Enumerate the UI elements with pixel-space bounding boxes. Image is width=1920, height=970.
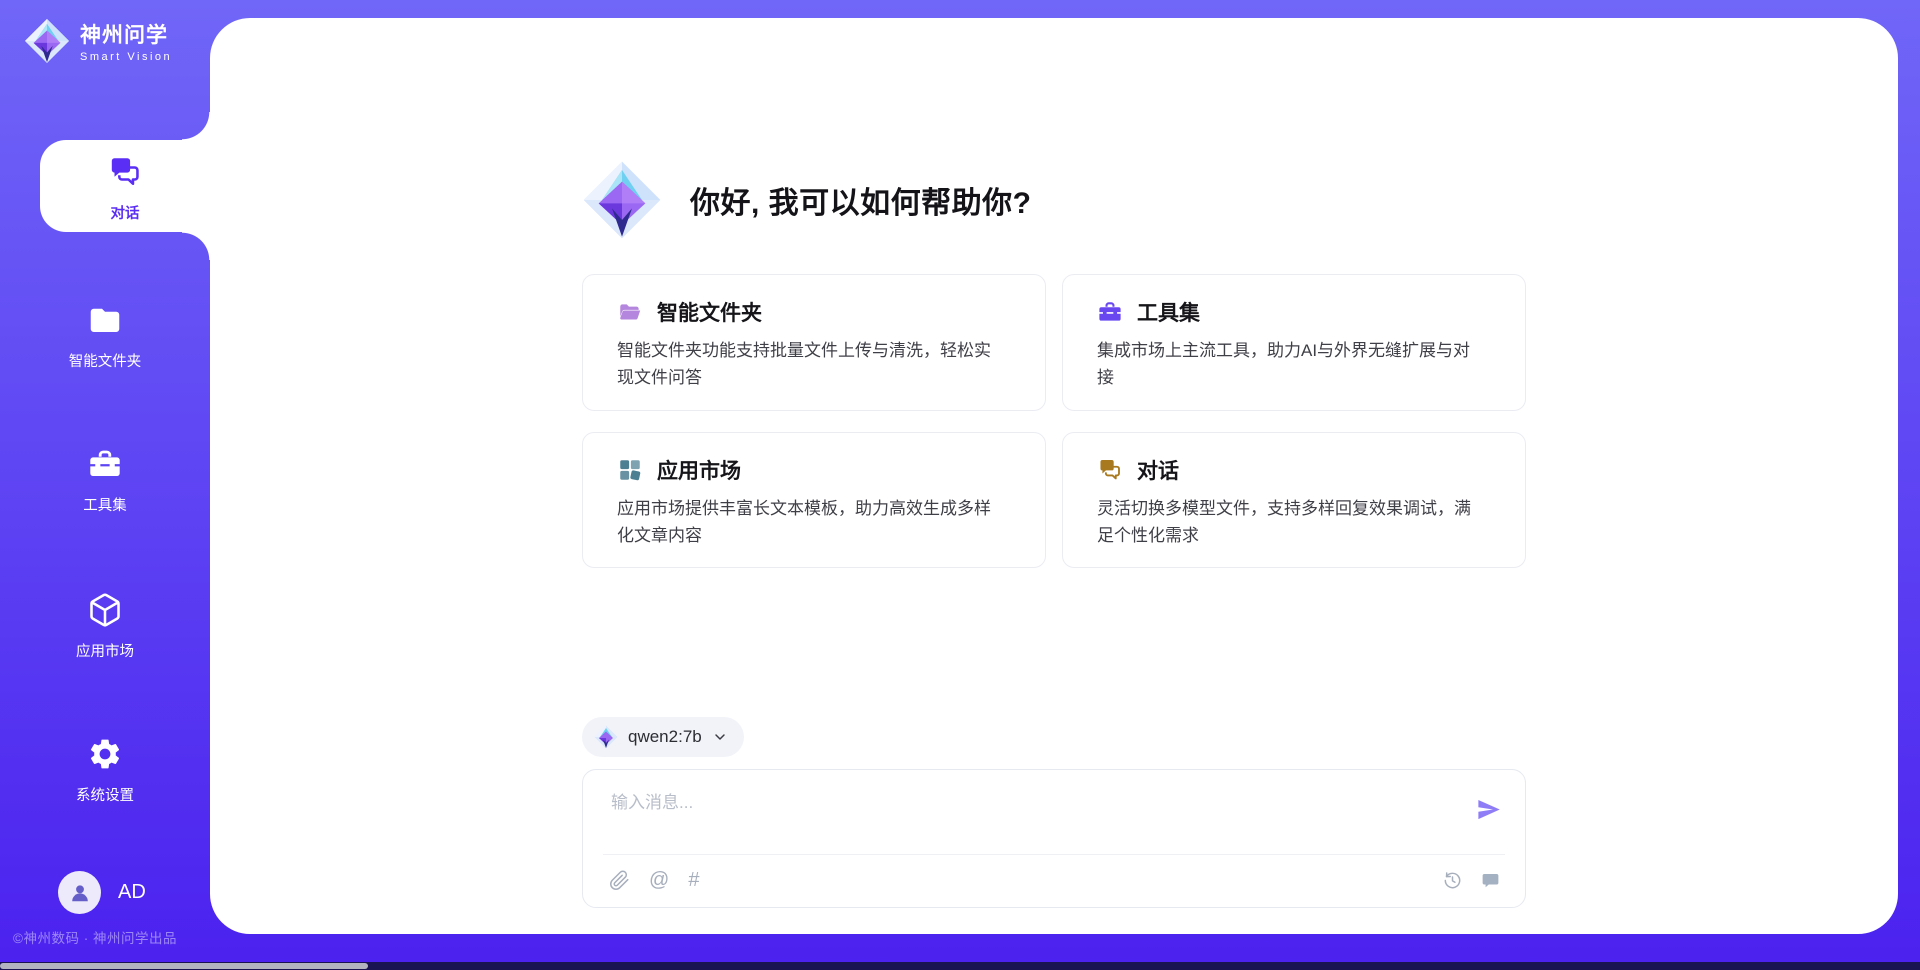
at-icon: @ (649, 870, 669, 890)
user-name-label: AD (118, 881, 146, 904)
folder-icon (87, 302, 123, 338)
greeting-logo-icon (582, 160, 662, 240)
card-title: 工具集 (1137, 297, 1200, 327)
message-input[interactable] (611, 788, 1431, 846)
hash-icon: # (688, 870, 699, 890)
brand-name: 神州问学 (80, 19, 172, 49)
brand-logo-icon (24, 18, 70, 64)
send-icon (1475, 796, 1502, 823)
feature-card-smart-folder[interactable]: 智能文件夹 智能文件夹功能支持批量文件上传与清洗，轻松实现文件问答 (582, 274, 1046, 411)
card-description: 集成市场上主流工具，助力AI与外界无缝扩展与对接 (1097, 338, 1481, 392)
chat-bubble-icon (1480, 870, 1501, 891)
brand-subtitle: Smart Vision (80, 51, 172, 63)
card-title: 对话 (1137, 455, 1179, 485)
toolbox-icon (1097, 299, 1123, 325)
gear-icon (87, 736, 123, 772)
chevron-down-icon (712, 729, 728, 745)
sidebar: 神州问学 Smart Vision 对话 智能文件夹 工具集 (0, 0, 210, 970)
mention-button[interactable]: @ (649, 870, 669, 890)
model-selector[interactable]: qwen2:7b (582, 717, 744, 757)
sidebar-item-label: 对话 (111, 202, 140, 223)
folder-open-icon (617, 299, 643, 325)
send-button[interactable] (1473, 796, 1503, 826)
history-icon (1442, 870, 1463, 891)
horizontal-scrollbar-thumb[interactable] (0, 963, 368, 969)
composer-divider (603, 854, 1505, 855)
sidebar-item-label: 工具集 (83, 494, 127, 515)
avatar (58, 871, 101, 914)
sidebar-item-chat[interactable]: 对话 (40, 154, 210, 223)
model-logo-icon (594, 725, 618, 749)
copyright-text: ©神州数码 · 神州问学出品 (13, 927, 177, 947)
attach-button[interactable] (609, 870, 630, 891)
main-panel: 你好, 我可以如何帮助你? 智能文件夹 智能文件夹功能支持批量文件上传与清洗，轻… (210, 18, 1898, 934)
tab-fillet-top (182, 112, 210, 140)
card-title: 应用市场 (657, 455, 741, 485)
sidebar-item-label: 系统设置 (76, 784, 134, 805)
sidebar-item-toolset[interactable]: 工具集 (0, 446, 210, 515)
paperclip-icon (609, 870, 630, 891)
card-description: 灵活切换多模型文件，支持多样回复效果调试，满足个性化需求 (1097, 496, 1481, 550)
horizontal-scrollbar-track[interactable] (0, 962, 1920, 970)
tab-fillet-bottom (182, 232, 210, 260)
greeting: 你好, 我可以如何帮助你? (582, 160, 1526, 240)
toolbox-icon (87, 446, 123, 482)
feature-card-chat[interactable]: 对话 灵活切换多模型文件，支持多样回复效果调试，满足个性化需求 (1062, 432, 1526, 569)
card-title: 智能文件夹 (657, 297, 762, 327)
sidebar-item-smart-folder[interactable]: 智能文件夹 (0, 302, 210, 371)
sidebar-item-label: 应用市场 (76, 640, 134, 661)
sidebar-item-app-market[interactable]: 应用市场 (0, 592, 210, 661)
feature-card-toolset[interactable]: 工具集 集成市场上主流工具，助力AI与外界无缝扩展与对接 (1062, 274, 1526, 411)
chat-bubbles-icon (1097, 457, 1123, 483)
feature-card-app-market[interactable]: 应用市场 应用市场提供丰富长文本模板，助力高效生成多样化文章内容 (582, 432, 1046, 569)
sidebar-item-settings[interactable]: 系统设置 (0, 736, 210, 805)
greeting-text: 你好, 我可以如何帮助你? (690, 178, 1032, 222)
composer: @ # (582, 769, 1526, 908)
card-description: 智能文件夹功能支持批量文件上传与清洗，轻松实现文件问答 (617, 338, 1001, 392)
chat-bubbles-icon (107, 154, 143, 190)
app-grid-icon (617, 457, 643, 483)
person-icon (67, 880, 93, 906)
feature-cards: 智能文件夹 智能文件夹功能支持批量文件上传与清洗，轻松实现文件问答 工具集 集成… (582, 274, 1526, 568)
cube-icon (87, 592, 123, 628)
history-button[interactable] (1442, 870, 1463, 891)
sidebar-item-label: 智能文件夹 (69, 350, 142, 371)
model-name: qwen2:7b (628, 727, 702, 747)
brand: 神州问学 Smart Vision (24, 18, 172, 64)
user-profile[interactable]: AD (58, 871, 146, 914)
chat-log-button[interactable] (1480, 870, 1501, 891)
hashtag-button[interactable]: # (688, 870, 699, 890)
card-description: 应用市场提供丰富长文本模板，助力高效生成多样化文章内容 (617, 496, 1001, 550)
